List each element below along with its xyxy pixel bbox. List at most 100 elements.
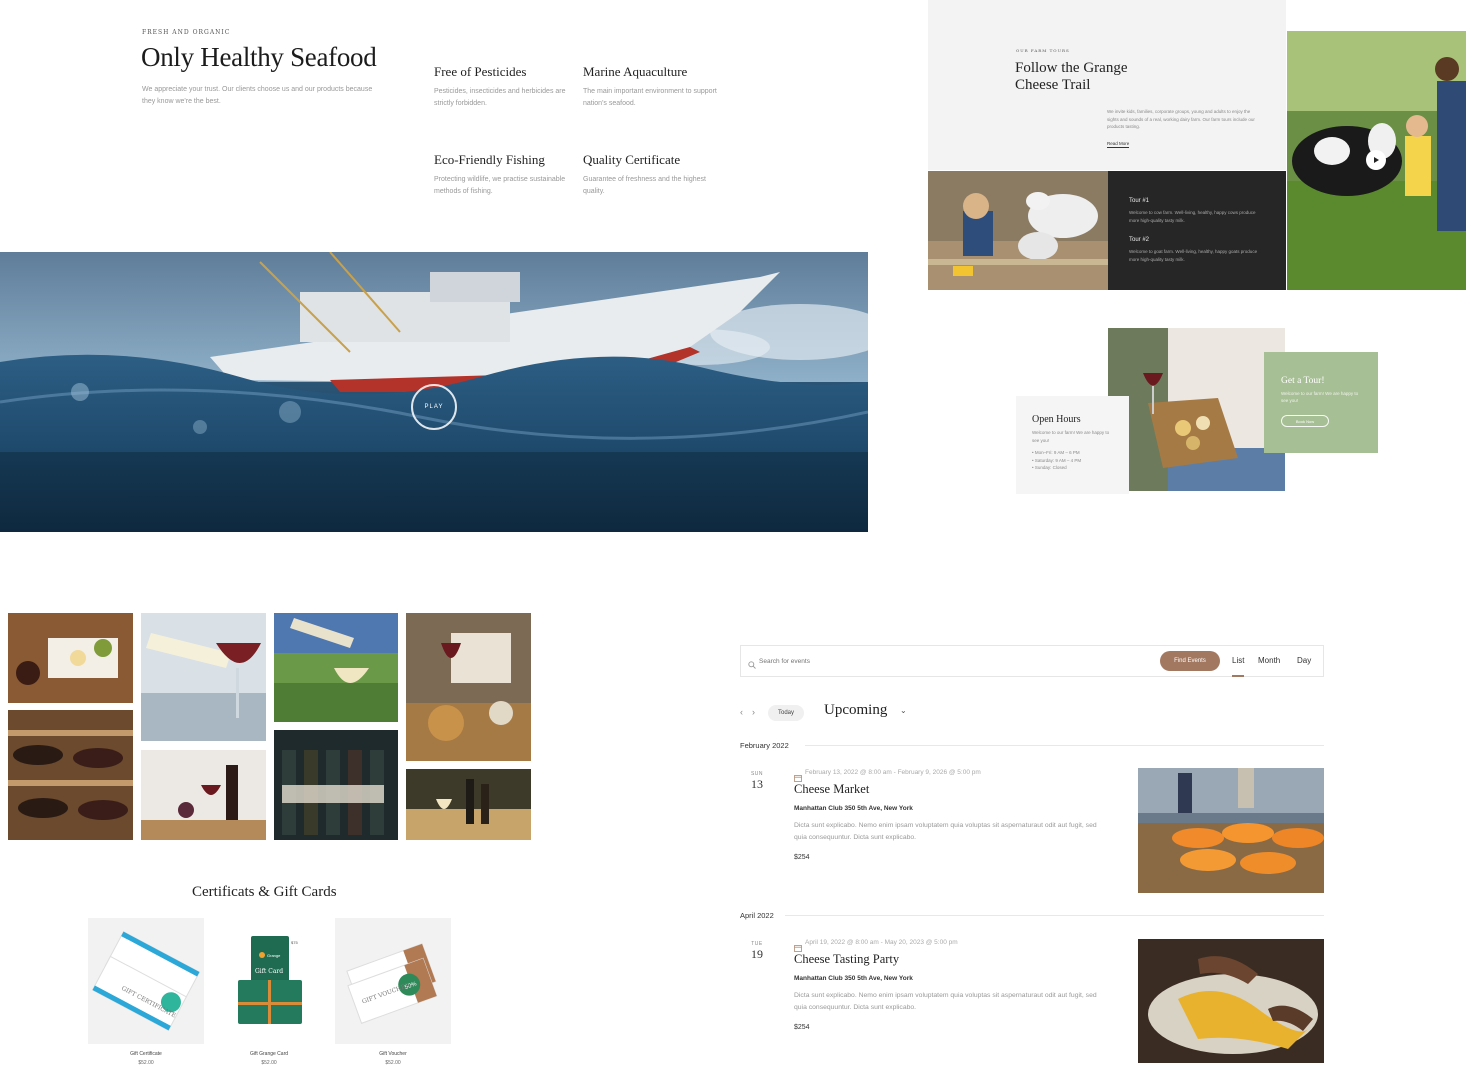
gallery-image [274,613,398,722]
gallery-tile[interactable] [141,613,266,741]
hours-item: • Saturday: 9 AM – 4 PM [1032,457,1082,463]
month-divider [785,915,1324,916]
get-tour-card: Get a Tour! Welcome to our farm! We are … [1264,352,1378,453]
play-icon [1374,157,1379,163]
tour-2-name: Tour #2 [1129,237,1150,243]
farm-tours-description: We invite kids, families, corporate grou… [1107,109,1255,129]
today-button[interactable]: Today [768,705,805,721]
feature-title: Marine Aquaculture [583,64,688,79]
event-day: 19 [751,947,763,961]
get-tour-text: Welcome to our farm! We are happy to see… [1281,391,1359,403]
seafood-title: Only Healthy Seafood [141,42,377,72]
month-label: February 2022 [740,741,789,750]
event-datetime: February 13, 2022 @ 8:00 am - February 9… [805,769,981,776]
find-events-button[interactable]: Find Events [1160,651,1220,671]
card-brand-text: Grange [267,953,281,958]
gallery-image [141,613,266,741]
gift-cards-title: Certificats & Gift Cards [192,884,337,900]
gallery-tile[interactable] [274,613,398,722]
open-hours-list: • Mon–Fri: 9 AM – 6 PM • Saturday: 9 AM … [1032,449,1081,472]
open-hours-card: Open Hours Welcome to our farm! We are h… [1016,396,1129,494]
events-search-input[interactable] [759,652,1149,670]
feature-certificate: Quality Certificate Guarantee of freshne… [583,152,723,198]
gallery-image [141,750,266,840]
gallery-image [8,710,133,840]
feature-text: Guarantee of freshness and the highest q… [583,176,706,195]
video-play-button[interactable] [1366,150,1386,170]
gift-card-image: Grange Gift Card $75 [238,936,302,1024]
gift-name[interactable]: Gift Grange Card [211,1051,327,1057]
event-datetime: April 19, 2022 @ 8:00 am - May 20, 2023 … [805,939,958,946]
event-date: TUE 19 [747,941,767,962]
play-label: PLAY [424,404,444,410]
view-tab-day[interactable]: Day [1297,656,1311,665]
tour-2-text: Welcome to goat farm. Well-living, healt… [1129,249,1258,262]
card-label-text: Gift Card [255,968,283,975]
event-venue: Manhattan Club 350 5th Ave, New York [794,805,913,812]
seafood-eyebrow: FRESH AND ORGANIC [142,29,231,36]
farm-tours-eyebrow: OUR FARM TOURS [1016,48,1070,53]
event-title[interactable]: Cheese Market [794,782,869,797]
cheese-board-photo [1108,328,1285,491]
gallery-image [406,769,531,840]
gallery-image [8,613,133,703]
feature-text: Protecting wildlife, we practise sustain… [434,176,566,195]
read-more-link[interactable]: Read More [1107,141,1130,148]
feature-text: The main important environment to suppor… [583,88,717,107]
next-arrow-icon[interactable]: › [752,707,755,717]
event-price: $254 [794,854,810,861]
prev-arrow-icon[interactable]: ‹ [740,707,743,717]
event-description: Dicta sunt explicabo. Nemo enim ipsam vo… [794,992,1097,1011]
feature-pesticides: Free of Pesticides Pesticides, insectici… [434,64,574,110]
open-hours-title: Open Hours [1032,414,1081,425]
view-tab-list[interactable]: List [1232,656,1244,665]
hours-item: • Mon–Fri: 9 AM – 6 PM [1032,450,1080,455]
month-divider [805,745,1324,746]
gift-card-product[interactable]: Grange Gift Card $75 [211,918,327,1044]
event-image[interactable] [1138,768,1324,893]
feature-title: Eco-Friendly Fishing [434,152,545,167]
gallery-tile[interactable] [274,730,398,840]
book-now-button[interactable]: Book Now [1281,415,1329,427]
tour-1-name: Tour #1 [1129,198,1150,204]
gallery-tile[interactable] [406,613,531,761]
feature-fishing: Eco-Friendly Fishing Protecting wildlife… [434,152,574,198]
event-title[interactable]: Cheese Tasting Party [794,952,899,967]
event-image[interactable] [1138,939,1324,1063]
event-venue: Manhattan Club 350 5th Ave, New York [794,975,913,982]
event-price: $254 [794,1024,810,1031]
feature-aquaculture: Marine Aquaculture The main important en… [583,64,723,110]
active-tab-indicator [1232,675,1244,677]
search-icon [748,656,756,674]
tour-1-text: Welcome to cow farm. Well-living, health… [1129,210,1256,223]
play-button[interactable]: PLAY [411,384,457,430]
gift-voucher-product[interactable]: 50% GIFT VOUCHER [335,918,451,1044]
feature-text: Pesticides, insecticides and herbicides … [434,88,566,107]
view-tab-month[interactable]: Month [1258,656,1280,665]
gift-certificate-product[interactable]: GIFT CERTIFICATE [88,918,204,1044]
gift-voucher-image: 50% GIFT VOUCHER [346,943,438,1024]
gift-price: $52.00 [261,1060,277,1066]
farm-tours-title-line2: Cheese Trail [1015,77,1091,93]
event-date: SUN 13 [747,771,767,792]
farm-tours-title-line1: Follow the Grange [1015,60,1128,76]
gift-name[interactable]: Gift Voucher [335,1051,451,1057]
gift-certificate-image: GIFT CERTIFICATE [91,930,201,1032]
tours-list-panel: Tour #1 Welcome to cow farm. Well-living… [1108,171,1286,290]
gallery-tile[interactable] [141,750,266,840]
get-tour-title: Get a Tour! [1281,376,1325,386]
month-label: April 2022 [740,911,774,920]
kids-goats-photo [928,171,1108,290]
gift-name[interactable]: Gift Certificate [88,1051,204,1057]
gift-price: $52.00 [385,1060,401,1066]
event-description: Dicta sunt explicabo. Nemo enim ipsam vo… [794,822,1097,841]
gallery-image [406,613,531,761]
gallery-tile[interactable] [406,769,531,840]
gallery-tile[interactable] [8,613,133,703]
gallery-tile[interactable] [8,710,133,840]
feature-title: Free of Pesticides [434,64,527,79]
open-hours-intro: Welcome to our farm! We are happy to see… [1032,430,1110,443]
events-heading[interactable]: Upcoming [824,702,887,719]
seafood-description: We appreciate your trust. Our clients ch… [142,86,373,105]
chevron-down-icon[interactable]: ⌄ [900,706,907,715]
